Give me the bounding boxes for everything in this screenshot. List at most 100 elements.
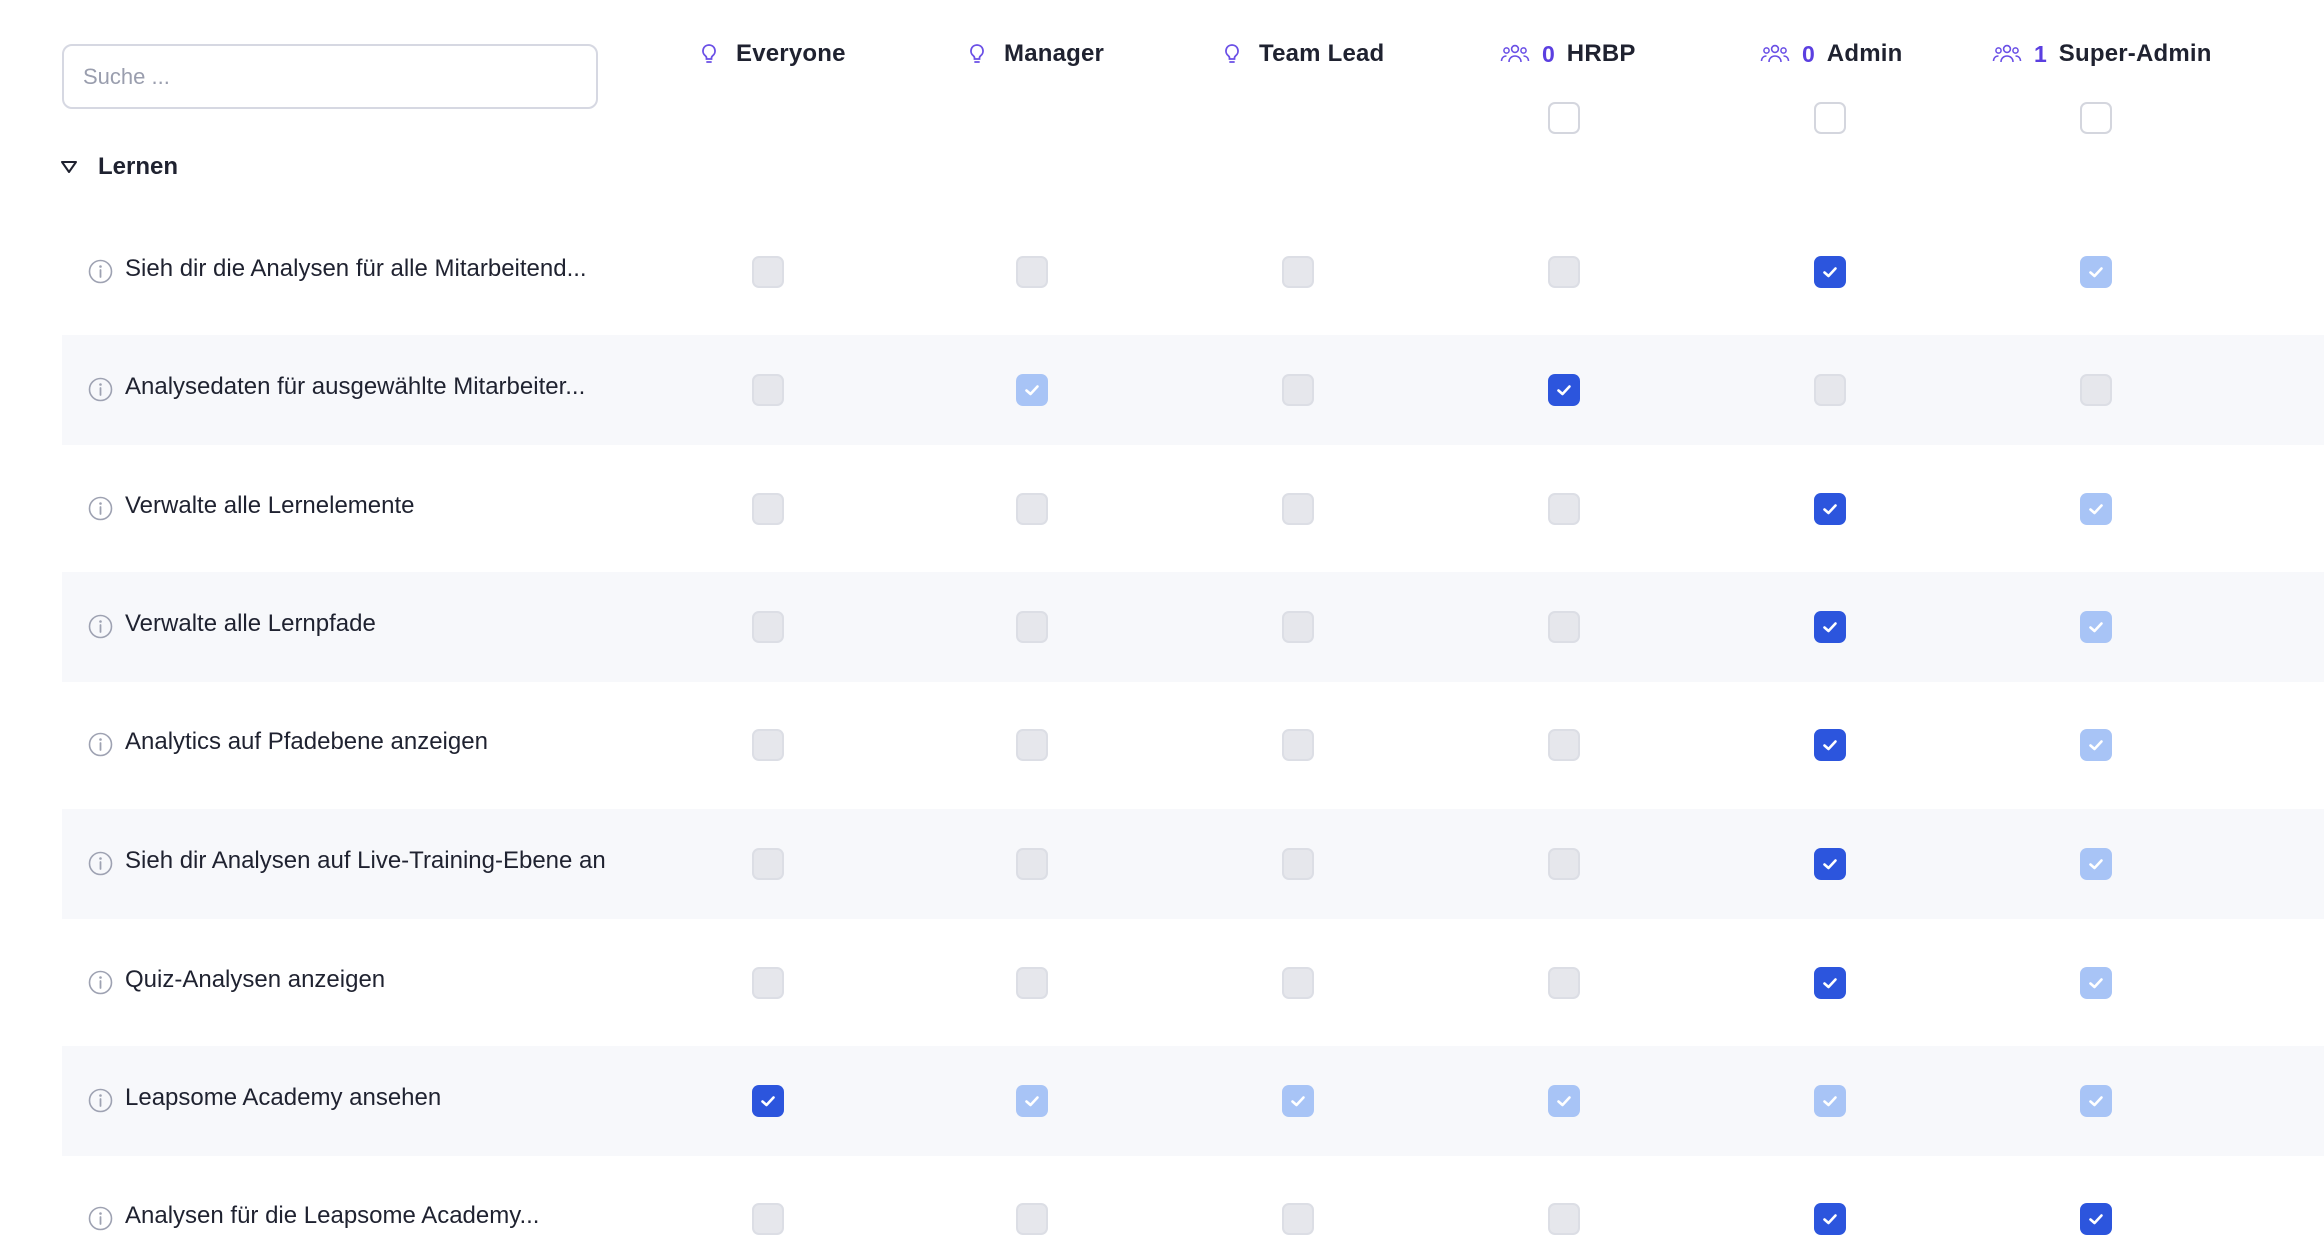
permission-checkbox-manager[interactable]	[1016, 256, 1048, 288]
permission-label: Leapsome Academy ansehen	[125, 1084, 442, 1111]
permission-checkbox-admin[interactable]	[1814, 729, 1846, 761]
permission-row: Verwalte alle Lernpfade	[62, 572, 2324, 682]
permission-checkbox-admin[interactable]	[1814, 1203, 1846, 1235]
permission-checkbox-hrbp[interactable]	[1548, 256, 1580, 288]
permission-label: Quiz-Analysen anzeigen	[125, 966, 386, 993]
permission-label: Analytics auf Pfadebene anzeigen	[125, 728, 488, 755]
role-header-admin: 0 Admin	[1760, 36, 1902, 72]
role-label: Everyone	[736, 40, 846, 67]
permission-checkbox-manager[interactable]	[1016, 1203, 1048, 1235]
permissions-matrix: Everyone Manager Team Lead 0 HRBP 0 Admin 1 Supe…	[0, 0, 2324, 1254]
permission-checkbox-everyone[interactable]	[752, 374, 784, 406]
permission-checkbox-super-admin[interactable]	[2080, 374, 2112, 406]
info-icon[interactable]	[88, 851, 113, 876]
permission-label: Sieh dir Analysen auf Live-Training-Eben…	[125, 847, 606, 874]
permission-checkbox-everyone[interactable]	[752, 611, 784, 643]
role-label: HRBP	[1566, 40, 1636, 67]
role-header-everyone: Everyone	[694, 36, 846, 72]
section-toggle-lernen[interactable]: Lernen	[60, 150, 178, 184]
info-icon[interactable]	[88, 377, 113, 402]
permission-checkbox-hrbp[interactable]	[1548, 374, 1580, 406]
select-all-checkbox-hrbp[interactable]	[1548, 102, 1580, 134]
role-header-hrbp: 0 HRBP	[1500, 36, 1636, 72]
permission-checkbox-admin[interactable]	[1814, 967, 1846, 999]
permission-checkbox-hrbp[interactable]	[1548, 493, 1580, 525]
permission-checkbox-manager[interactable]	[1016, 729, 1048, 761]
permission-checkbox-admin[interactable]	[1814, 256, 1846, 288]
permission-checkbox-team-lead[interactable]	[1282, 374, 1314, 406]
permission-checkbox-everyone[interactable]	[752, 1085, 784, 1117]
users-icon	[1992, 39, 2022, 69]
permission-checkbox-admin[interactable]	[1814, 374, 1846, 406]
section-title: Lernen	[98, 153, 179, 180]
search-input[interactable]	[64, 46, 596, 107]
permission-checkbox-super-admin[interactable]	[2080, 611, 2112, 643]
role-header-manager: Manager	[962, 36, 1104, 72]
permission-checkbox-everyone[interactable]	[752, 967, 784, 999]
info-icon[interactable]	[88, 1088, 113, 1113]
permission-checkbox-super-admin[interactable]	[2080, 967, 2112, 999]
select-all-checkbox-super-admin[interactable]	[2080, 102, 2112, 134]
permission-checkbox-manager[interactable]	[1016, 848, 1048, 880]
permission-row: Analysen für die Leapsome Academy...	[62, 1164, 2324, 1254]
permission-checkbox-super-admin[interactable]	[2080, 729, 2112, 761]
role-label: Super-Admin	[2058, 40, 2212, 67]
permission-checkbox-hrbp[interactable]	[1548, 1203, 1580, 1235]
permission-checkbox-team-lead[interactable]	[1282, 1085, 1314, 1117]
permission-checkbox-manager[interactable]	[1016, 967, 1048, 999]
permission-row: Sieh dir die Analysen für alle Mitarbeit…	[62, 217, 2324, 327]
permission-checkbox-team-lead[interactable]	[1282, 1203, 1314, 1235]
users-icon	[1500, 39, 1530, 69]
permission-checkbox-everyone[interactable]	[752, 729, 784, 761]
info-icon[interactable]	[88, 1206, 113, 1231]
permission-checkbox-everyone[interactable]	[752, 493, 784, 525]
permission-checkbox-everyone[interactable]	[752, 256, 784, 288]
permission-label: Verwalte alle Lernpfade	[125, 610, 376, 637]
permission-checkbox-super-admin[interactable]	[2080, 848, 2112, 880]
permission-checkbox-manager[interactable]	[1016, 611, 1048, 643]
info-icon[interactable]	[88, 614, 113, 639]
permission-checkbox-hrbp[interactable]	[1548, 611, 1580, 643]
lightbulb-icon	[1217, 39, 1247, 69]
permission-checkbox-admin[interactable]	[1814, 611, 1846, 643]
role-member-count: 0	[1542, 40, 1555, 67]
permission-checkbox-team-lead[interactable]	[1282, 729, 1314, 761]
permission-checkbox-hrbp[interactable]	[1548, 729, 1580, 761]
lightbulb-icon	[962, 39, 992, 69]
permission-checkbox-everyone[interactable]	[752, 1203, 784, 1235]
role-label: Manager	[1004, 40, 1105, 67]
lightbulb-icon	[694, 39, 724, 69]
permission-checkbox-team-lead[interactable]	[1282, 848, 1314, 880]
permission-checkbox-hrbp[interactable]	[1548, 1085, 1580, 1117]
permission-checkbox-super-admin[interactable]	[2080, 256, 2112, 288]
permission-checkbox-manager[interactable]	[1016, 374, 1048, 406]
permission-checkbox-admin[interactable]	[1814, 848, 1846, 880]
info-icon[interactable]	[88, 732, 113, 757]
permission-label: Analysen für die Leapsome Academy...	[125, 1202, 540, 1229]
permission-checkbox-super-admin[interactable]	[2080, 1203, 2112, 1235]
info-icon[interactable]	[88, 496, 113, 521]
permission-checkbox-admin[interactable]	[1814, 1085, 1846, 1117]
permission-checkbox-manager[interactable]	[1016, 1085, 1048, 1117]
permission-checkbox-everyone[interactable]	[752, 848, 784, 880]
permission-label: Analysedaten für ausgewählte Mitarbeiter…	[125, 373, 586, 400]
permission-checkbox-super-admin[interactable]	[2080, 1085, 2112, 1117]
role-member-count: 0	[1802, 40, 1815, 67]
select-all-checkbox-admin[interactable]	[1814, 102, 1846, 134]
info-icon[interactable]	[88, 259, 113, 284]
permission-checkbox-team-lead[interactable]	[1282, 493, 1314, 525]
search-box	[62, 44, 598, 109]
permission-checkbox-manager[interactable]	[1016, 493, 1048, 525]
permission-checkbox-team-lead[interactable]	[1282, 256, 1314, 288]
permission-checkbox-hrbp[interactable]	[1548, 848, 1580, 880]
permission-label: Sieh dir die Analysen für alle Mitarbeit…	[125, 255, 587, 282]
permission-checkbox-team-lead[interactable]	[1282, 611, 1314, 643]
permission-checkbox-hrbp[interactable]	[1548, 967, 1580, 999]
permission-row: Verwalte alle Lernelemente	[62, 454, 2324, 564]
info-icon[interactable]	[88, 970, 113, 995]
permission-checkbox-team-lead[interactable]	[1282, 967, 1314, 999]
role-label: Team Lead	[1259, 40, 1385, 67]
role-header-super-admin: 1 Super-Admin	[1992, 36, 2212, 72]
permission-checkbox-super-admin[interactable]	[2080, 493, 2112, 525]
permission-checkbox-admin[interactable]	[1814, 493, 1846, 525]
